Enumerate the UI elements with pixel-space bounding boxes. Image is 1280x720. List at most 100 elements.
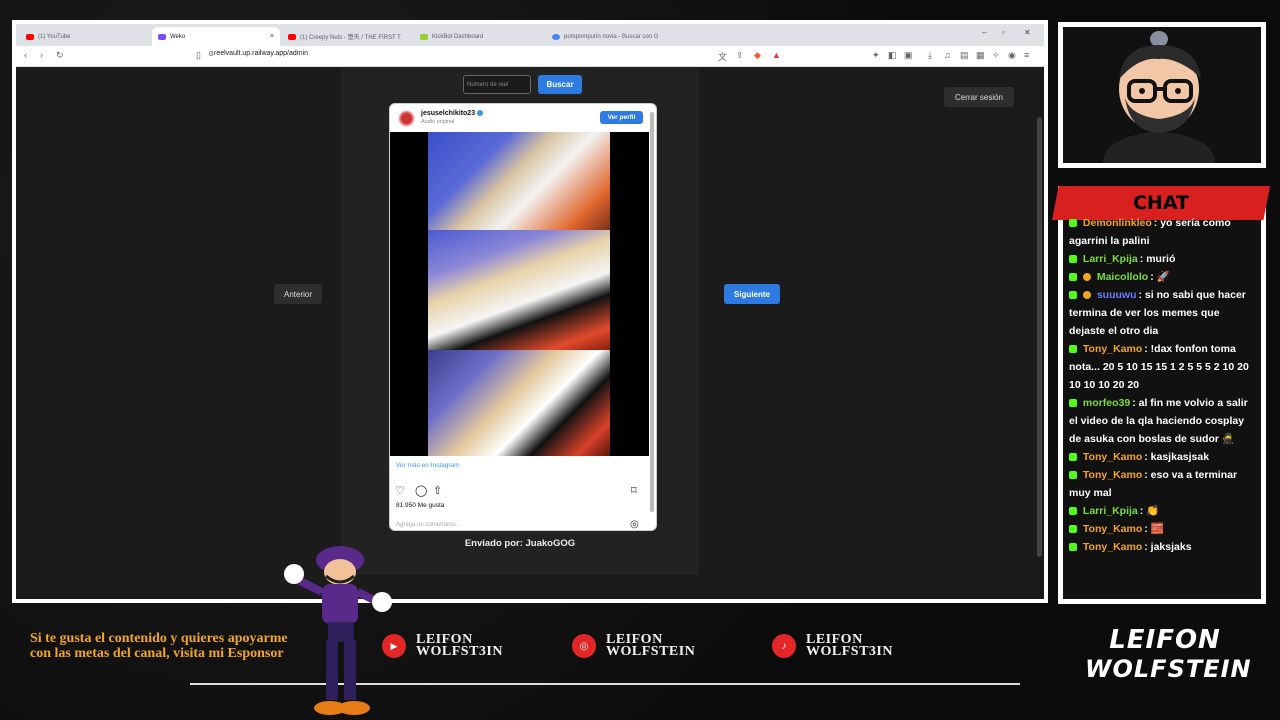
weko-icon — [158, 33, 166, 40]
chat-message: suuuwu: si no sabi que hacer termina de … — [1069, 286, 1253, 340]
sub-badge-icon — [1082, 291, 1091, 300]
reload-icon[interactable]: ↻ — [56, 50, 64, 61]
close-window-icon[interactable]: ✕ — [1024, 28, 1031, 37]
share-icon[interactable]: ⇧ — [433, 484, 442, 497]
input-placeholder: Número de reel — [467, 81, 509, 88]
chat-username[interactable]: Larri_Kpija — [1083, 253, 1138, 265]
chat-text: : 🚀 — [1150, 271, 1170, 283]
tab-kickbot[interactable]: KickBot Dashboard — [414, 27, 542, 46]
kick-badge-icon — [1069, 543, 1077, 552]
kick-badge-icon — [1069, 345, 1077, 354]
maximize-icon[interactable]: ▫ — [1002, 28, 1005, 37]
page-scrollbar[interactable] — [1037, 117, 1042, 557]
chat-message: Tony_Kamo: eso va a terminar muy mal — [1069, 466, 1253, 502]
kick-badge-icon — [1069, 255, 1077, 264]
instagram-icon: ◎ — [572, 634, 596, 658]
address-bar[interactable]: reelvault.up.railway.app/admin — [214, 50, 308, 57]
verified-icon — [477, 110, 484, 117]
view-more-link[interactable]: Ver más en Instagram — [396, 462, 460, 469]
chat-username[interactable]: Tony_Kamo — [1083, 541, 1142, 553]
chat-messages: Demonlinkleo: yo sería como agarrini la … — [1069, 214, 1253, 556]
social-handle: LEIFON WOLFST3IN — [416, 633, 503, 659]
video-frame-2 — [428, 230, 610, 350]
brave-shield-icon[interactable]: ◆ — [754, 50, 761, 61]
music-icon[interactable]: ♫ — [944, 50, 951, 60]
instagram-icon[interactable]: ◎ — [630, 519, 639, 530]
brave-rewards-icon[interactable]: ▲ — [772, 50, 781, 60]
chat-message: Maicollolo: 🚀 — [1069, 268, 1253, 286]
tab-weko[interactable]: Weko × — [152, 27, 280, 46]
stream-overlay: (1) YouTube Weko × (1) Creepy Nuts - 堕天 … — [0, 0, 1280, 720]
extension-icon[interactable]: ◧ — [888, 50, 897, 61]
audio-label: Audio original — [421, 119, 455, 125]
translate-icon[interactable]: 文 — [718, 50, 727, 63]
minimize-icon[interactable]: – — [982, 28, 986, 37]
tab-label: Weko — [170, 33, 186, 40]
browser-toolbar: ‹ › ↻ ▯ ⚙ reelvault.up.railway.app/admin… — [16, 46, 1044, 67]
chat-message: Larri_Kpija: murió — [1069, 250, 1253, 268]
logout-button[interactable]: Cerrar sesión — [944, 87, 1014, 107]
instagram-embed: jesuselchikito23 Audio original Ver perf… — [389, 103, 657, 531]
like-heart-icon[interactable]: ♡ — [395, 484, 405, 497]
extension-icon[interactable]: ▣ — [904, 50, 913, 61]
wallet-icon[interactable]: ▦ — [976, 50, 985, 61]
save-bookmark-icon[interactable]: ⌑ — [631, 484, 637, 497]
chat-message: Tony_Kamo: kasjkasjsak — [1069, 448, 1253, 466]
chat-message: Tony_Kamo: !dax fonfon toma nota... 20 5… — [1069, 340, 1253, 394]
kick-badge-icon — [1069, 525, 1077, 534]
kick-badge-icon — [1069, 471, 1077, 480]
next-button[interactable]: Siguiente — [724, 284, 780, 304]
tab-label: (1) Creepy Nuts - 堕天 / THE FIRST T — [300, 35, 401, 41]
back-icon[interactable]: ‹ — [24, 50, 27, 60]
extensions-puzzle-icon[interactable]: ✧ — [992, 50, 1000, 61]
reel-number-input[interactable]: Número de reel — [463, 75, 531, 94]
chat-username[interactable]: Tony_Kamo — [1083, 343, 1142, 355]
social-youtube: ▶ LEIFON WOLFST3IN — [382, 633, 503, 659]
browser-window: (1) YouTube Weko × (1) Creepy Nuts - 堕天 … — [16, 24, 1044, 599]
tab-youtube[interactable]: (1) YouTube — [20, 27, 150, 46]
tab-bar: (1) YouTube Weko × (1) Creepy Nuts - 堕天 … — [16, 24, 1044, 46]
chat-message: Larri_Kpija: 👏 — [1069, 502, 1253, 520]
close-tab-icon[interactable]: × — [270, 33, 274, 40]
search-button[interactable]: Buscar — [538, 75, 582, 94]
view-profile-button[interactable]: Ver perfil — [600, 111, 643, 124]
avatar[interactable] — [398, 110, 415, 127]
reel-video[interactable] — [390, 132, 649, 456]
kickbot-icon — [420, 33, 428, 40]
chat-username[interactable]: Tony_Kamo — [1083, 469, 1142, 481]
youtube-icon — [26, 33, 34, 40]
share-icon[interactable]: ⇪ — [736, 50, 744, 61]
handle-line2: WOLFST3IN — [416, 644, 503, 659]
kick-badge-icon — [1069, 273, 1077, 282]
tab-google-search[interactable]: pompompurin novia - Buscar con G — [546, 27, 686, 46]
embed-scrollbar[interactable] — [650, 112, 654, 512]
previous-button[interactable]: Anterior — [274, 284, 322, 304]
kick-badge-icon — [1069, 453, 1077, 462]
instagram-username[interactable]: jesuselchikito23 — [421, 110, 484, 117]
chat-username[interactable]: suuuwu — [1097, 289, 1137, 301]
chat-text: : kasjkasjsak — [1144, 451, 1210, 463]
chat-username[interactable]: Demonlinkleo — [1083, 217, 1152, 229]
tab-creepy-nuts[interactable]: (1) Creepy Nuts - 堕天 / THE FIRST T — [282, 27, 410, 46]
forward-icon[interactable]: › — [40, 50, 43, 60]
chat-username[interactable]: Maicollolo — [1097, 271, 1148, 283]
comment-icon[interactable]: ◯ — [415, 484, 427, 497]
sidebar-icon[interactable]: ▤ — [960, 50, 969, 61]
social-tiktok: ♪ LEIFON WOLFST3IN — [772, 633, 893, 659]
bookmark-icon[interactable]: ▯ — [196, 50, 201, 61]
webcam-frame — [1058, 22, 1266, 168]
menu-icon[interactable]: ≡ — [1024, 50, 1029, 60]
chat-username[interactable]: Tony_Kamo — [1083, 523, 1142, 535]
download-icon[interactable]: ⤓ — [928, 50, 932, 61]
handle-line2: WOLFST3IN — [806, 644, 893, 659]
chat-text: : 🧱 — [1144, 523, 1164, 535]
extension-pin-icon[interactable]: ✦ — [872, 50, 880, 61]
social-instagram: ◎ LEIFON WOLFSTEIN — [572, 633, 695, 659]
chat-username[interactable]: morfeo39 — [1083, 397, 1130, 409]
chat-text: : si no sabi que hacer termina de ver lo… — [1069, 289, 1246, 337]
chat-username[interactable]: Tony_Kamo — [1083, 451, 1142, 463]
chat-username[interactable]: Larri_Kpija — [1083, 505, 1138, 517]
vpn-icon[interactable]: ◉ — [1008, 50, 1016, 61]
gift-badge-icon — [1082, 273, 1091, 282]
comment-input[interactable]: Agrega un comentario... — [396, 522, 460, 528]
